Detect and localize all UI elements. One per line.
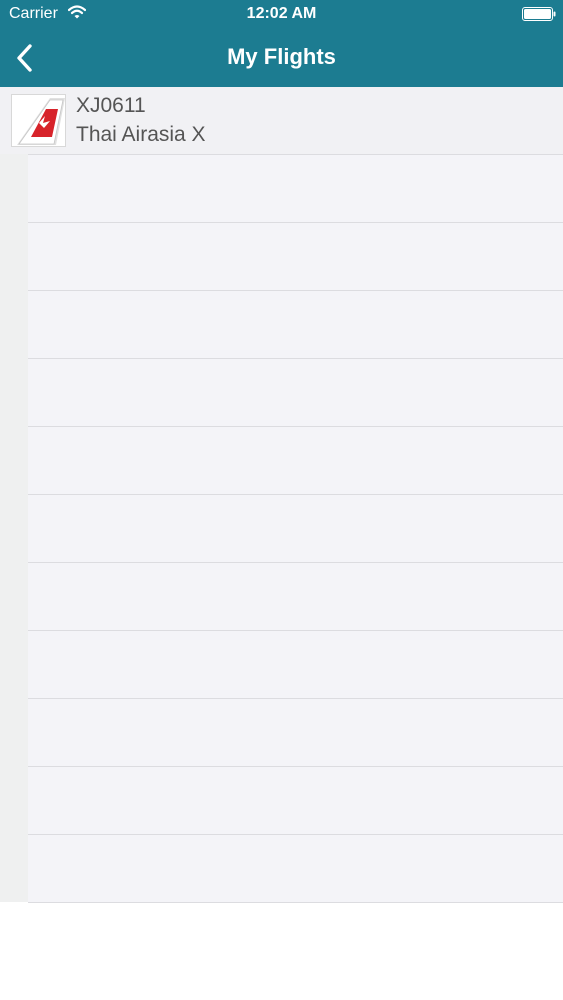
empty-list-row bbox=[28, 291, 563, 358]
flights-list[interactable]: XJ0611 Thai Airasia X bbox=[0, 87, 563, 903]
empty-list-row bbox=[28, 563, 563, 630]
empty-list-row bbox=[28, 495, 563, 562]
airline-tail-logo-icon bbox=[17, 98, 65, 145]
empty-list-row bbox=[28, 427, 563, 494]
flight-row[interactable]: XJ0611 Thai Airasia X bbox=[0, 87, 563, 154]
empty-list-row bbox=[28, 767, 563, 834]
flight-number: XJ0611 bbox=[76, 94, 146, 117]
empty-list-row bbox=[28, 359, 563, 426]
status-bar: Carrier 12:02 AM bbox=[0, 0, 563, 28]
header: Carrier 12:02 AM My Flights bbox=[0, 0, 563, 87]
empty-list-row bbox=[28, 699, 563, 766]
airline-logo bbox=[11, 94, 66, 147]
empty-list-row bbox=[28, 835, 563, 902]
airline-name: Thai Airasia X bbox=[76, 123, 206, 146]
empty-list-row bbox=[28, 155, 563, 222]
row-separator bbox=[28, 902, 563, 903]
empty-list-row bbox=[28, 223, 563, 290]
list-gutter bbox=[0, 154, 28, 902]
page-title: My Flights bbox=[227, 44, 336, 69]
status-time: 12:02 AM bbox=[246, 5, 317, 22]
navigation-bar: My Flights bbox=[0, 28, 563, 87]
empty-list-row bbox=[28, 631, 563, 698]
battery-full-icon bbox=[522, 7, 556, 21]
